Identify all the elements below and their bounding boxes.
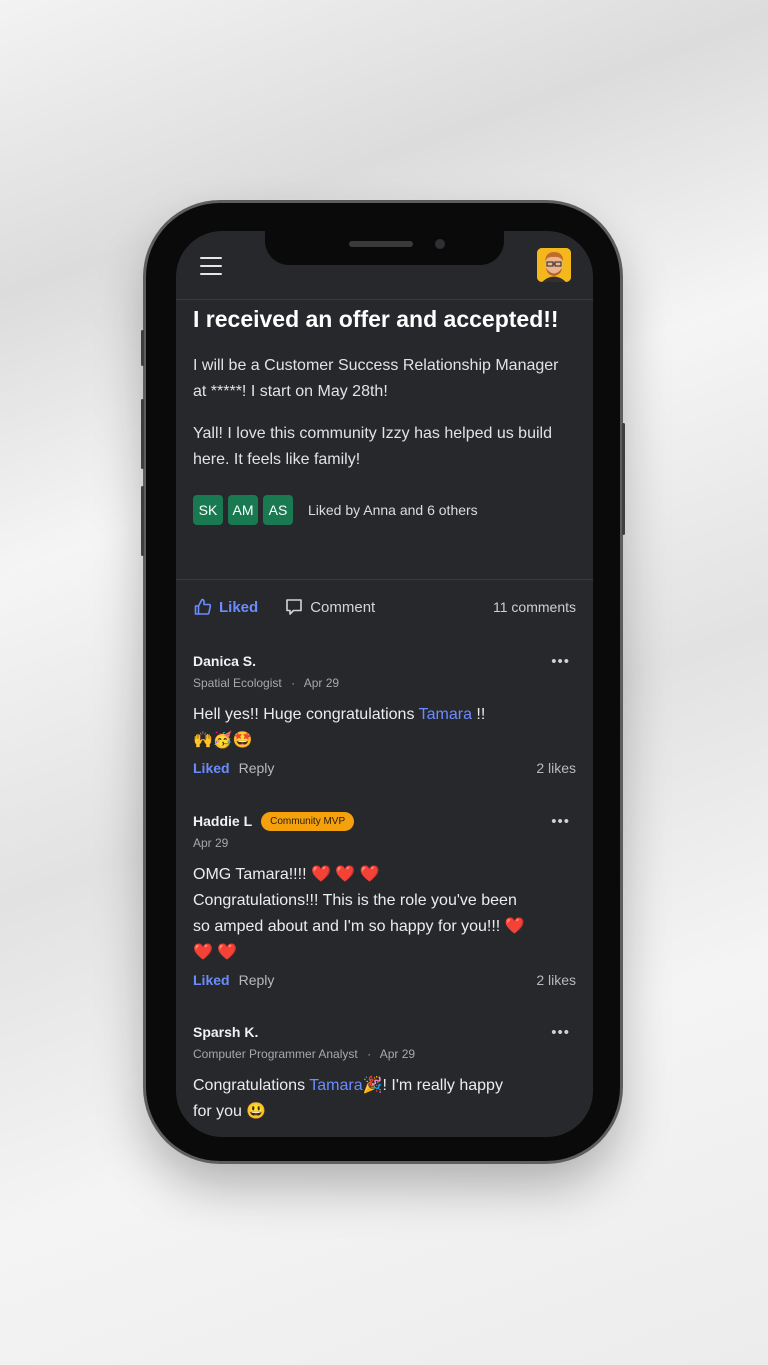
comment-emojis: 🙌🥳🤩: [193, 732, 253, 749]
author-role: Computer Programmer Analyst: [193, 1047, 358, 1061]
post-paragraph-1: I will be a Customer Success Relationshi…: [193, 357, 559, 400]
more-options-icon[interactable]: •••: [551, 1024, 570, 1041]
menu-icon[interactable]: [200, 257, 222, 275]
comment-meta: Computer Programmer Analyst · Apr 29: [193, 1047, 576, 1063]
app-screen: I received an offer and accepted!! I wil…: [176, 231, 593, 1137]
phone-notch: [265, 231, 504, 265]
meta-separator: ·: [367, 1047, 372, 1061]
comment-date: Apr 29: [379, 1047, 416, 1061]
phone-frame: I received an offer and accepted!! I wil…: [141, 203, 625, 1161]
front-camera: [435, 239, 445, 249]
side-button-volume-up: [141, 399, 144, 469]
comment-label: Comment: [310, 598, 376, 616]
comment-meta: Spatial Ecologist · Apr 29: [193, 676, 576, 692]
comment-footer: Liked Reply 2 likes: [193, 972, 576, 988]
comment-reply-button[interactable]: Reply: [239, 760, 275, 776]
comment-meta: Apr 29: [193, 836, 576, 852]
comment-text-part: Hell yes!! Huge congratulations: [193, 706, 419, 723]
thumbs-up-icon: [194, 598, 212, 615]
author-role: Spatial Ecologist: [193, 676, 282, 690]
comment-date: Apr 29: [303, 676, 340, 690]
likes-summary[interactable]: SK AM AS Liked by Anna and 6 others: [193, 495, 576, 525]
comment-author[interactable]: Sparsh K.: [193, 1024, 258, 1040]
comment-like-button[interactable]: Liked: [193, 760, 230, 776]
more-options-icon[interactable]: •••: [551, 653, 570, 670]
actions-divider: [176, 579, 593, 580]
comment-likes-count[interactable]: 2 likes: [536, 760, 576, 776]
side-button-volume-down: [141, 486, 144, 556]
speaker-grill: [349, 241, 413, 247]
comments-count[interactable]: 11 comments: [493, 599, 576, 615]
like-button[interactable]: Liked: [193, 597, 258, 617]
mention-link[interactable]: Tamara: [419, 706, 472, 723]
comment-footer: Liked Reply 2 likes: [193, 760, 576, 776]
post-title: I received an offer and accepted!!: [193, 306, 559, 332]
comment-text: Congratulations Tamara🎉! I'm really happ…: [193, 1073, 503, 1125]
comment-item: Sparsh K. ••• Computer Programmer Analys…: [193, 1022, 576, 1125]
comment-button[interactable]: Comment: [284, 597, 375, 617]
comment-text-part: Congratulations: [193, 1077, 310, 1094]
comment-reply-button[interactable]: Reply: [239, 972, 275, 988]
community-mvp-badge: Community MVP: [261, 811, 355, 831]
like-label: Liked: [219, 598, 259, 616]
post-content: I received an offer and accepted!! I wil…: [193, 301, 576, 525]
side-button-silent: [141, 330, 144, 366]
mention-link[interactable]: Tamara: [309, 1077, 362, 1094]
comment-text-part: Congratulations!!! This is the role you'…: [193, 892, 525, 961]
comment-text: OMG Tamara!!!! ❤️ ❤️ ❤️ Congratulations!…: [193, 862, 538, 966]
comment-author[interactable]: Danica S.: [193, 653, 256, 669]
liked-by-text[interactable]: Liked by Anna and 6 others: [308, 502, 478, 518]
liker-avatar[interactable]: AS: [263, 495, 293, 525]
comment-text-part: OMG Tamara!!!! ❤️ ❤️ ❤️: [193, 866, 380, 883]
comment-item: Danica S. ••• Spatial Ecologist · Apr 29…: [193, 651, 576, 777]
comment-date: Apr 29: [193, 836, 229, 850]
comment-text-part: !!: [471, 706, 486, 723]
comment-bubble-icon: [286, 599, 302, 615]
side-button-power: [622, 423, 625, 535]
more-options-icon[interactable]: •••: [551, 813, 570, 830]
user-avatar[interactable]: [537, 248, 571, 282]
post-paragraph-2: Yall! I love this community Izzy has hel…: [193, 425, 552, 468]
comment-likes-count[interactable]: 2 likes: [536, 972, 576, 988]
comment-text: Hell yes!! Huge congratulations Tamara !…: [193, 702, 576, 754]
comment-item: Haddie L Community MVP ••• Apr 29 OMG Ta…: [193, 811, 576, 988]
liker-avatar[interactable]: SK: [193, 495, 223, 525]
liker-avatar[interactable]: AM: [228, 495, 258, 525]
comment-like-button[interactable]: Liked: [193, 972, 230, 988]
comment-author[interactable]: Haddie L: [193, 813, 252, 829]
post-actions: Liked Comment 11 comments: [193, 595, 576, 619]
meta-separator: ·: [291, 676, 296, 690]
